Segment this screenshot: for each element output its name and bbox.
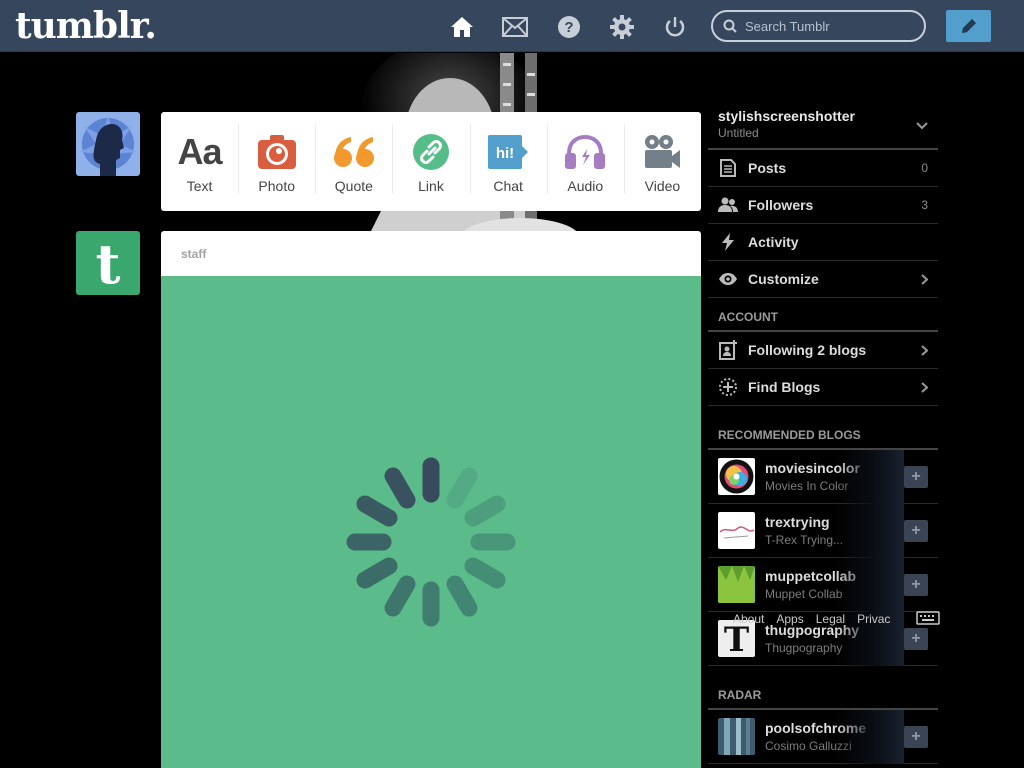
- followers-count: 3: [921, 198, 928, 212]
- dashboard-post: staff: [161, 231, 701, 768]
- chevron-right-icon: [921, 382, 928, 393]
- post-type-text[interactable]: Aa Text: [161, 112, 238, 211]
- radar-heading: RADAR: [708, 666, 938, 710]
- chevron-right-icon: [921, 274, 928, 285]
- sidebar-item-followers[interactable]: Followers 3: [708, 187, 938, 224]
- camera-icon: [257, 132, 296, 172]
- blog-title: Untitled: [718, 126, 759, 140]
- post-type-audio[interactable]: Audio: [546, 112, 624, 211]
- sidebar-item-activity[interactable]: Activity: [708, 224, 938, 261]
- posts-count: 0: [921, 161, 928, 175]
- recommended-heading: RECOMMENDED BLOGS: [708, 406, 938, 450]
- footer-links: About Apps Legal Privac: [733, 612, 890, 626]
- settings-icon[interactable]: [609, 14, 635, 40]
- post-type-quote[interactable]: Quote: [315, 112, 392, 211]
- recommended-blog[interactable]: moviesincolor Movies In Color +: [708, 450, 938, 504]
- find-blogs-icon: [718, 377, 738, 397]
- posts-icon: [718, 159, 738, 177]
- pencil-icon: [961, 19, 976, 33]
- radar-blog[interactable]: poolsofchrome Cosimo Galluzzi +: [708, 710, 938, 764]
- follow-button[interactable]: +: [904, 466, 928, 488]
- sidebar-item-customize[interactable]: Customize: [708, 261, 938, 298]
- follow-button[interactable]: +: [904, 628, 928, 650]
- poolsofchrome-avatar: [718, 718, 755, 755]
- chevron-right-icon: [921, 345, 928, 356]
- tumblr-logo[interactable]: tumblr.: [15, 4, 157, 48]
- sidebar-item-posts[interactable]: Posts 0: [708, 150, 938, 187]
- post-author[interactable]: staff: [161, 231, 701, 276]
- moviesincolor-avatar: [718, 458, 755, 495]
- followers-icon: [718, 197, 738, 213]
- link-icon: [412, 132, 449, 172]
- follow-button[interactable]: +: [904, 574, 928, 596]
- sidebar-item-find-blogs[interactable]: Find Blogs: [708, 369, 938, 406]
- search-input[interactable]: [745, 18, 915, 34]
- follow-button[interactable]: +: [904, 520, 928, 542]
- power-icon[interactable]: [662, 14, 688, 40]
- follow-button[interactable]: +: [904, 726, 928, 748]
- svg-text:?: ?: [564, 19, 573, 36]
- svg-text:t: t: [96, 232, 121, 295]
- top-nav-bar: tumblr. ?: [0, 0, 1024, 52]
- post-type-link[interactable]: Link: [392, 112, 469, 211]
- account-heading: ACCOUNT: [708, 298, 938, 332]
- blog-switcher[interactable]: stylishscreenshotter Untitled: [708, 100, 938, 150]
- following-icon: [718, 340, 738, 360]
- post-type-selector: Aa Text Photo Quote Link hi! Chat Audio: [161, 112, 701, 211]
- right-sidebar: stylishscreenshotter Untitled Posts 0 Fo…: [708, 100, 938, 764]
- text-aa-icon: Aa: [177, 130, 223, 172]
- footer-link-legal[interactable]: Legal: [816, 612, 845, 626]
- recommended-blog[interactable]: muppetcollab Muppet Collab +: [708, 558, 938, 612]
- mail-icon[interactable]: [502, 14, 528, 40]
- muppetcollab-avatar: [718, 566, 755, 603]
- quote-icon: [333, 132, 375, 172]
- chevron-down-icon: [916, 122, 928, 130]
- footer-link-apps[interactable]: Apps: [776, 612, 803, 626]
- help-icon[interactable]: ?: [556, 14, 582, 40]
- home-icon[interactable]: [449, 14, 475, 40]
- search-box[interactable]: [711, 10, 926, 42]
- user-avatar[interactable]: [76, 112, 140, 176]
- chat-icon: hi!: [488, 132, 529, 172]
- trextrying-avatar: [718, 512, 755, 549]
- lightning-icon: [718, 233, 738, 251]
- search-icon: [723, 19, 737, 33]
- sidebar-item-following[interactable]: Following 2 blogs: [708, 332, 938, 369]
- loading-spinner-icon: [346, 457, 516, 627]
- post-media: [161, 276, 701, 768]
- compose-button[interactable]: [946, 10, 991, 42]
- svg-text:hi!: hi!: [496, 145, 514, 162]
- keyboard-icon[interactable]: [916, 611, 940, 630]
- footer-link-about[interactable]: About: [733, 612, 764, 626]
- video-camera-icon: [644, 132, 681, 172]
- headphones-icon: [565, 132, 606, 172]
- recommended-blog[interactable]: trextrying T-Rex Trying... +: [708, 504, 938, 558]
- staff-avatar[interactable]: t: [76, 231, 140, 295]
- post-type-chat[interactable]: hi! Chat: [469, 112, 547, 211]
- footer-link-privacy[interactable]: Privac: [857, 612, 890, 626]
- post-type-photo[interactable]: Photo: [238, 112, 315, 211]
- eye-icon: [718, 272, 738, 286]
- post-type-video[interactable]: Video: [623, 112, 701, 211]
- blog-name: stylishscreenshotter: [718, 108, 855, 124]
